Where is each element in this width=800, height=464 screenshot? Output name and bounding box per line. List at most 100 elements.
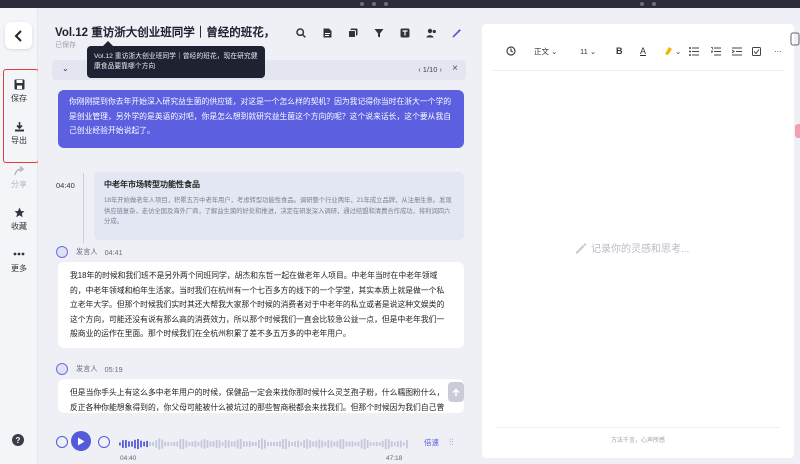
- font-size-select[interactable]: 11 ⌄: [580, 44, 596, 58]
- waveform-bar: [125, 440, 127, 448]
- waveform-bar: [354, 442, 357, 446]
- numbered-list-icon[interactable]: [711, 44, 721, 58]
- waveform-bar: [375, 441, 378, 447]
- arrow-up-icon: [452, 387, 460, 396]
- copy-button[interactable]: [340, 26, 366, 40]
- waveform-bar: [134, 439, 136, 449]
- paragraph-style-value: 正文: [534, 46, 549, 56]
- play-button[interactable]: [71, 431, 91, 451]
- waveform-bar: [363, 438, 366, 450]
- speaker-time[interactable]: 05:19: [105, 365, 123, 374]
- speaker-row: 发言人 04:41: [56, 246, 123, 258]
- more-options-icon[interactable]: ⋯: [774, 44, 782, 58]
- chapter-time[interactable]: 04:40: [56, 181, 75, 190]
- save-icon: [13, 78, 25, 90]
- page-title: Vol.12 重访浙大创业班同学｜曾经的班花，现在...: [55, 27, 275, 39]
- waveform-bar: [291, 442, 293, 446]
- back-button[interactable]: [5, 22, 32, 49]
- collapse-icon[interactable]: ⌄: [62, 64, 69, 73]
- transcript-segment[interactable]: 但是当你手头上有这么多中老年用户的时候，保健品一定会来找你那时候什么灵芝孢子粉，…: [58, 379, 464, 413]
- current-time: 04:40: [120, 455, 137, 462]
- question-card: 你刚刚提到你去年开始深入研究益生菌的供应链，对这是一个怎么样的契机？因为我记得你…: [58, 90, 464, 148]
- waveform-bar: [182, 438, 185, 450]
- editor-toolbar: 正文 ⌄ 11 ⌄ B A ⌄ ⋯: [482, 44, 794, 58]
- more-dots-icon: [13, 248, 25, 260]
- scroll-to-top-button[interactable]: [448, 382, 464, 402]
- avatar: [56, 246, 68, 258]
- export-label: 导出: [11, 136, 27, 145]
- waveform-bar: [297, 440, 299, 448]
- waveform-bar: [403, 442, 405, 446]
- avatar: [56, 363, 68, 375]
- download-icon: [13, 120, 25, 132]
- waveform-bar: [339, 439, 342, 449]
- help-icon[interactable]: ?: [12, 434, 24, 446]
- speaker-time[interactable]: 04:41: [105, 248, 123, 257]
- search-icon: [296, 28, 306, 38]
- waveform-bar: [315, 440, 318, 448]
- checkbox-icon[interactable]: [752, 44, 761, 58]
- speed-button[interactable]: 倍速: [424, 437, 439, 448]
- waveform-bar: [131, 441, 133, 447]
- waveform-bar: [230, 441, 233, 447]
- favorite-button[interactable]: 收藏: [0, 206, 38, 232]
- waveform-bar: [321, 440, 324, 448]
- speakers-button[interactable]: [418, 26, 444, 40]
- waveform-bar: [227, 440, 230, 448]
- bullet-list-icon[interactable]: [689, 44, 699, 58]
- paragraph-style-select[interactable]: 正文 ⌄: [534, 44, 557, 58]
- filter-button[interactable]: [366, 26, 392, 40]
- bold-button[interactable]: B: [616, 44, 623, 58]
- save-status: 已保存: [55, 42, 76, 49]
- waveform-bar: [267, 442, 269, 446]
- waveform-bar: [396, 440, 399, 447]
- forward-icon[interactable]: [98, 436, 110, 448]
- waveform-scrubber[interactable]: [119, 435, 409, 453]
- play-icon: [78, 437, 85, 445]
- close-icon[interactable]: ×: [452, 63, 458, 74]
- duration: 47:18: [386, 455, 403, 462]
- waveform-bar: [173, 441, 176, 446]
- transcript-segment[interactable]: 我18年的时候和我们班不是另外两个同班同学，胡杰和东哲一起在做老年人项目。中老年…: [58, 262, 464, 348]
- search-button[interactable]: [288, 26, 314, 40]
- waveform-bar: [285, 439, 287, 449]
- notes-placeholder[interactable]: 记录你的灵感和思考...: [574, 240, 689, 255]
- document-button[interactable]: [314, 26, 340, 40]
- waveform-bar: [248, 441, 251, 447]
- save-button[interactable]: 保存: [0, 78, 38, 104]
- left-rail: 保存 导出 分享 收藏 更多 ?: [0, 8, 39, 464]
- waveform-bar: [221, 442, 224, 446]
- waveform-bar: [176, 441, 179, 447]
- waveform-bar: [279, 441, 281, 447]
- waveform-bar: [303, 440, 306, 448]
- pager-nav[interactable]: ‹ 1/10 ›: [418, 65, 442, 74]
- waveform-bar: [372, 442, 375, 446]
- side-tab[interactable]: [795, 124, 800, 138]
- waveform-bar: [245, 441, 248, 447]
- more-label: 更多: [11, 264, 27, 273]
- footer-divider: [496, 427, 780, 428]
- waveform-bar: [185, 440, 188, 448]
- next-icon[interactable]: ›: [440, 65, 443, 74]
- history-icon[interactable]: [506, 44, 516, 58]
- magic-button[interactable]: [444, 26, 470, 40]
- text-color-button[interactable]: A: [640, 44, 646, 58]
- top-strip: [0, 0, 800, 8]
- waveform-bar: [164, 441, 167, 447]
- prev-icon[interactable]: ‹: [418, 65, 421, 74]
- rewind-icon[interactable]: [56, 436, 68, 448]
- indent-icon[interactable]: [732, 44, 742, 58]
- waveform-bar: [200, 440, 203, 448]
- export-button[interactable]: 导出: [0, 120, 38, 146]
- translate-button[interactable]: [392, 26, 418, 40]
- waveform-bar: [378, 442, 381, 446]
- waveform-bar: [209, 441, 212, 447]
- more-button[interactable]: 更多: [0, 248, 38, 274]
- side-tool-icon[interactable]: [790, 32, 800, 46]
- waveform-bar: [294, 441, 296, 447]
- magic-wand-icon: [452, 28, 462, 38]
- share-button[interactable]: 分享: [0, 164, 38, 190]
- waveform-bar: [137, 439, 139, 449]
- highlight-icon[interactable]: ⌄: [663, 44, 681, 58]
- settings-icon[interactable]: ⫶⫶: [449, 437, 454, 448]
